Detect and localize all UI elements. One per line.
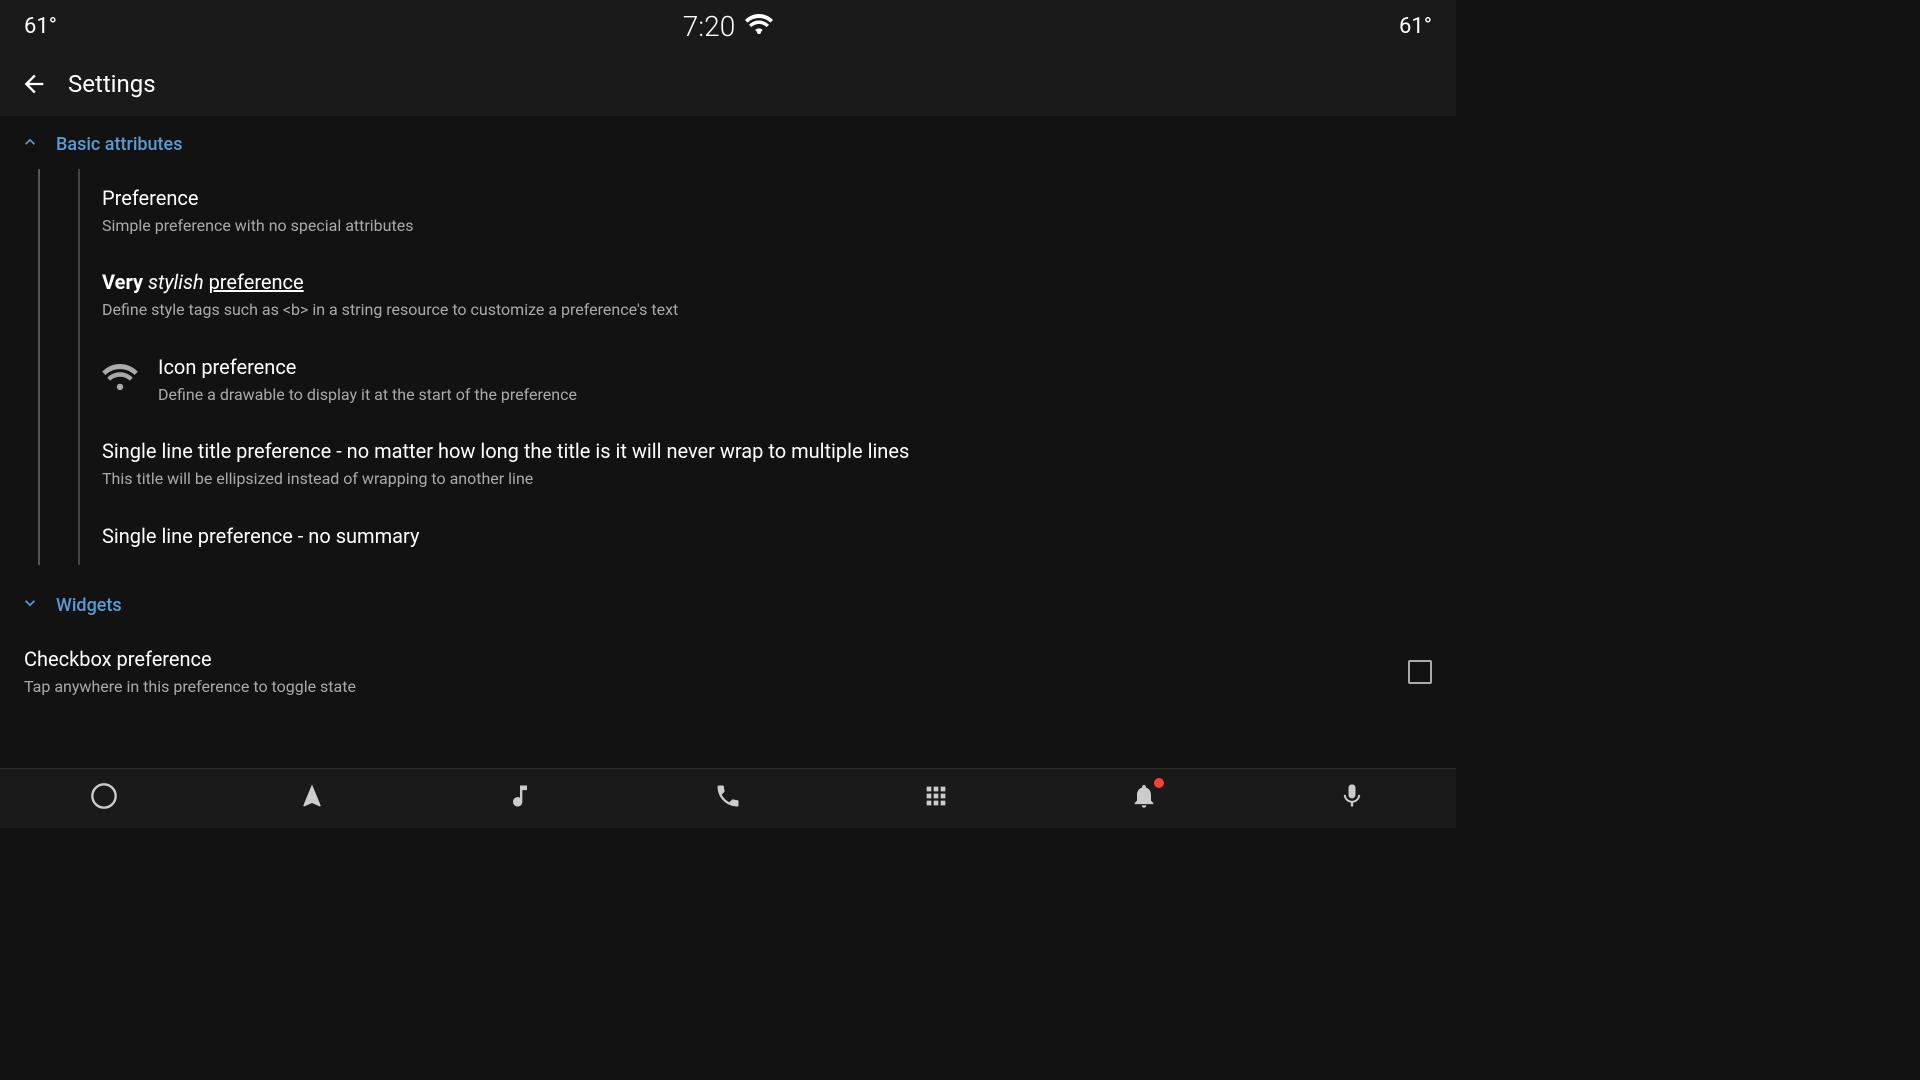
app-bar-title: Settings (68, 70, 156, 98)
single-line-title: Single line title preference - no matter… (102, 438, 1402, 464)
section-header-basic-attributes[interactable]: Basic attributes (0, 116, 1456, 169)
bold-very: Very (102, 270, 148, 294)
app-bar: Settings (0, 52, 1456, 116)
single-line-no-summary-title: Single line preference - no summary (102, 523, 1432, 549)
icon-preference-text: Icon preference Define a drawable to dis… (158, 354, 577, 406)
checkbox-widget[interactable] (1408, 660, 1432, 684)
single-line-no-summary-content: Single line preference - no summary (102, 523, 1432, 549)
single-line-title-summary: This title will be ellipsized instead of… (102, 468, 1432, 490)
preference-title: Preference (102, 185, 1432, 211)
chevron-down-icon[interactable] (20, 593, 40, 618)
bottom-nav (0, 768, 1456, 828)
chevron-up-icon[interactable] (20, 132, 40, 157)
single-line-title-item[interactable]: Single line title preference - no matter… (78, 422, 1456, 506)
stylish-preference-content: Very stylish preference Define style tag… (102, 269, 1432, 321)
single-line-no-summary-item[interactable]: Single line preference - no summary (78, 507, 1456, 565)
apps-icon (922, 782, 950, 816)
nav-notifications[interactable] (1114, 774, 1174, 824)
wifi-pref-icon (102, 364, 138, 396)
nav-music[interactable] (490, 774, 550, 824)
bell-icon (1130, 782, 1158, 816)
underline-preference: preference (209, 270, 304, 294)
checkbox-preference-content: Checkbox preference Tap anywhere in this… (24, 646, 1408, 698)
icon-preference-title: Icon preference (158, 354, 577, 380)
checkbox-preference-item[interactable]: Checkbox preference Tap anywhere in this… (0, 630, 1456, 714)
content: Basic attributes Preference Simple prefe… (0, 116, 1456, 768)
icon-preference-item[interactable]: Icon preference Define a drawable to dis… (78, 338, 1456, 422)
status-center: 7:20 (683, 10, 773, 43)
directions-icon (298, 782, 326, 816)
stylish-preference-summary: Define style tags such as <b> in a strin… (102, 299, 1432, 321)
status-time: 7:20 (683, 10, 735, 43)
back-button[interactable] (20, 70, 48, 98)
stylish-preference-title: Very stylish preference (102, 269, 1432, 295)
nav-home[interactable] (74, 774, 134, 824)
italic-stylish: stylish (148, 270, 209, 294)
nav-navigation[interactable] (282, 774, 342, 824)
preference-item-content: Preference Simple preference with no spe… (102, 185, 1432, 237)
wifi-icon (745, 14, 773, 38)
icon-preference-content: Icon preference Define a drawable to dis… (102, 354, 1432, 406)
section-title-basic-attributes: Basic attributes (56, 134, 182, 155)
nav-phone[interactable] (698, 774, 758, 824)
status-temp-right: 61° (1399, 14, 1432, 39)
notification-dot (1154, 778, 1164, 788)
home-circle-icon (90, 782, 118, 816)
nav-microphone[interactable] (1322, 774, 1382, 824)
basic-attributes-items: Preference Simple preference with no spe… (38, 169, 1456, 565)
preference-summary: Simple preference with no special attrib… (102, 215, 1432, 237)
checkbox-preference-summary: Tap anywhere in this preference to toggl… (24, 676, 1408, 698)
preference-item[interactable]: Preference Simple preference with no spe… (78, 169, 1456, 253)
status-temp-left: 61° (24, 14, 57, 39)
nav-apps[interactable] (906, 774, 966, 824)
section-title-widgets: Widgets (56, 595, 122, 616)
section-header-widgets[interactable]: Widgets (0, 577, 1456, 630)
music-note-icon (506, 782, 534, 816)
status-bar: 61° 7:20 61° (0, 0, 1456, 52)
mic-icon (1338, 782, 1366, 816)
phone-icon (714, 782, 742, 816)
checkbox-preference-title: Checkbox preference (24, 646, 1408, 672)
single-line-title-content: Single line title preference - no matter… (102, 438, 1432, 490)
icon-preference-summary: Define a drawable to display it at the s… (158, 384, 577, 406)
stylish-preference-item[interactable]: Very stylish preference Define style tag… (78, 253, 1456, 337)
